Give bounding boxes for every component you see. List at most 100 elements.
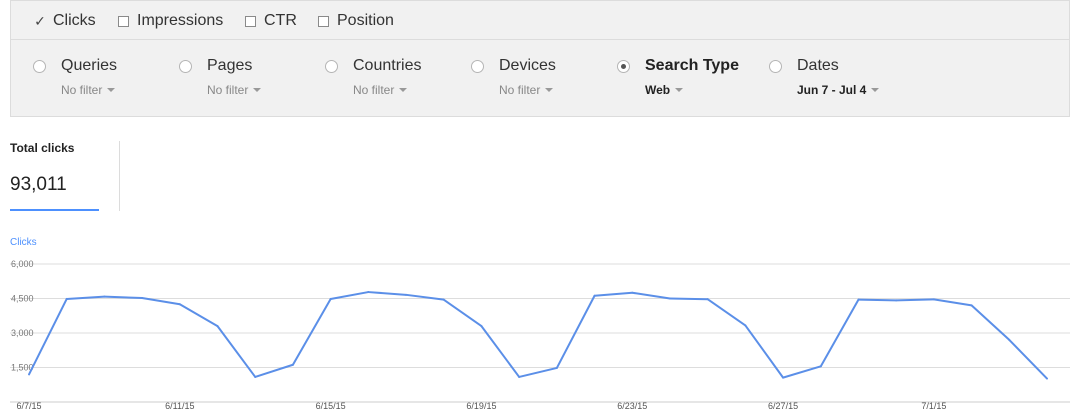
series-line-segment: [895, 298, 935, 302]
filter-value: No filter: [353, 83, 395, 97]
data-point[interactable]: [818, 363, 824, 369]
filter-label: Countries: [353, 57, 422, 74]
data-point[interactable]: [403, 292, 409, 298]
data-point[interactable]: [592, 293, 598, 299]
data-point[interactable]: [290, 362, 296, 368]
divider: [119, 141, 120, 211]
checkbox-icon[interactable]: [118, 15, 129, 27]
radio-button[interactable]: [471, 60, 484, 73]
data-point[interactable]: [516, 374, 522, 380]
chart-series-label: Clicks: [10, 237, 37, 248]
caret-down-icon: [253, 87, 262, 92]
data-point[interactable]: [554, 365, 560, 371]
series-line-segment: [254, 363, 294, 378]
filter-value: Web: [645, 83, 671, 97]
data-point[interactable]: [893, 297, 899, 303]
y-tick-label: 6,000: [11, 259, 34, 269]
filter-value: No filter: [207, 83, 249, 97]
filter-label: Devices: [499, 57, 556, 74]
data-point[interactable]: [705, 296, 711, 302]
filter-dropdown[interactable]: No filter: [207, 83, 262, 97]
data-point[interactable]: [1044, 376, 1050, 382]
caret-down-icon: [675, 87, 684, 92]
series-line-segment: [593, 291, 634, 297]
data-point[interactable]: [177, 301, 183, 307]
series-line-segment: [932, 298, 973, 307]
series-line-segment: [28, 297, 68, 376]
metric-ctr[interactable]: CTR: [245, 1, 297, 41]
x-tick-label: 6/23/15: [617, 401, 647, 411]
filter-dropdown[interactable]: Web: [645, 83, 684, 97]
data-point[interactable]: [742, 322, 748, 328]
filters-bar: Queries No filter Pages No filter Countr…: [10, 40, 1070, 117]
data-point[interactable]: [855, 297, 861, 303]
metric-position[interactable]: Position: [318, 1, 394, 41]
metrics-bar: ✓ Clicks Impressions CTR Position: [10, 0, 1070, 40]
data-point[interactable]: [667, 296, 673, 302]
series-line-segment: [1008, 338, 1048, 380]
series-line-segment: [178, 303, 219, 328]
series-line-segment: [668, 297, 709, 301]
checkbox-icon[interactable]: [318, 15, 329, 27]
data-point[interactable]: [64, 296, 70, 302]
x-tick-label: 6/15/15: [316, 401, 346, 411]
x-tick-label: 6/7/15: [16, 401, 41, 411]
data-point[interactable]: [139, 295, 145, 301]
radio-button[interactable]: [179, 60, 192, 73]
radio-button[interactable]: [33, 60, 46, 73]
series-line-segment: [782, 365, 822, 379]
filter-dropdown[interactable]: No filter: [61, 83, 116, 97]
metric-label: Impressions: [137, 12, 224, 29]
data-point[interactable]: [1006, 337, 1012, 343]
data-point[interactable]: [478, 323, 484, 329]
data-point[interactable]: [252, 374, 258, 380]
filter-value: Jun 7 - Jul 4: [797, 83, 867, 97]
x-tick-label: 7/1/15: [921, 401, 946, 411]
series-line-segment: [291, 297, 332, 366]
filter-dropdown[interactable]: No filter: [499, 83, 554, 97]
data-point[interactable]: [215, 323, 221, 329]
filter-dropdown[interactable]: No filter: [353, 83, 408, 97]
filter-value: No filter: [499, 83, 541, 97]
data-point[interactable]: [629, 290, 635, 296]
filter-dropdown[interactable]: Jun 7 - Jul 4: [797, 83, 880, 97]
filter-label: Search Type: [645, 57, 739, 74]
radio-button-selected[interactable]: [617, 60, 630, 73]
data-point[interactable]: [780, 375, 786, 381]
metric-label: Position: [337, 12, 394, 29]
series-line-segment: [518, 366, 558, 378]
metric-label: CTR: [264, 12, 297, 29]
metric-label: Clicks: [53, 12, 96, 29]
radio-button[interactable]: [325, 60, 338, 73]
x-tick-label: 6/19/15: [466, 401, 496, 411]
series-line-segment: [103, 295, 144, 300]
series-line-segment: [857, 298, 898, 302]
radio-button[interactable]: [769, 60, 782, 73]
series-line-segment: [970, 304, 1011, 341]
metric-clicks[interactable]: ✓ Clicks: [33, 1, 96, 41]
data-point[interactable]: [26, 371, 32, 377]
clicks-line-chart: 1,5003,0004,5006,000 6/7/15 6/11/15 6/15/1…: [10, 259, 1070, 411]
metric-impressions[interactable]: Impressions: [118, 1, 223, 41]
filter-value: No filter: [61, 83, 103, 97]
data-point[interactable]: [101, 294, 107, 300]
filter-label: Queries: [61, 57, 118, 74]
series-line-segment: [329, 291, 370, 300]
caret-down-icon: [399, 87, 408, 92]
series-line-segment: [631, 291, 671, 300]
y-tick-label: 3,000: [11, 328, 34, 338]
checkmark-icon: ✓: [34, 12, 46, 29]
total-label: Total clicks: [10, 141, 75, 155]
series-line-segment: [367, 291, 408, 296]
series-line-segment: [216, 325, 257, 378]
data-point[interactable]: [328, 296, 334, 302]
data-point[interactable]: [969, 302, 975, 308]
selected-indicator: [10, 209, 99, 211]
data-point[interactable]: [441, 297, 447, 303]
filter-label: Pages: [207, 57, 253, 74]
data-point[interactable]: [365, 289, 371, 295]
total-clicks-card[interactable]: Total clicks 93,011: [10, 141, 100, 211]
caret-down-icon: [107, 87, 116, 92]
data-point[interactable]: [931, 296, 937, 302]
checkbox-icon[interactable]: [245, 15, 256, 27]
